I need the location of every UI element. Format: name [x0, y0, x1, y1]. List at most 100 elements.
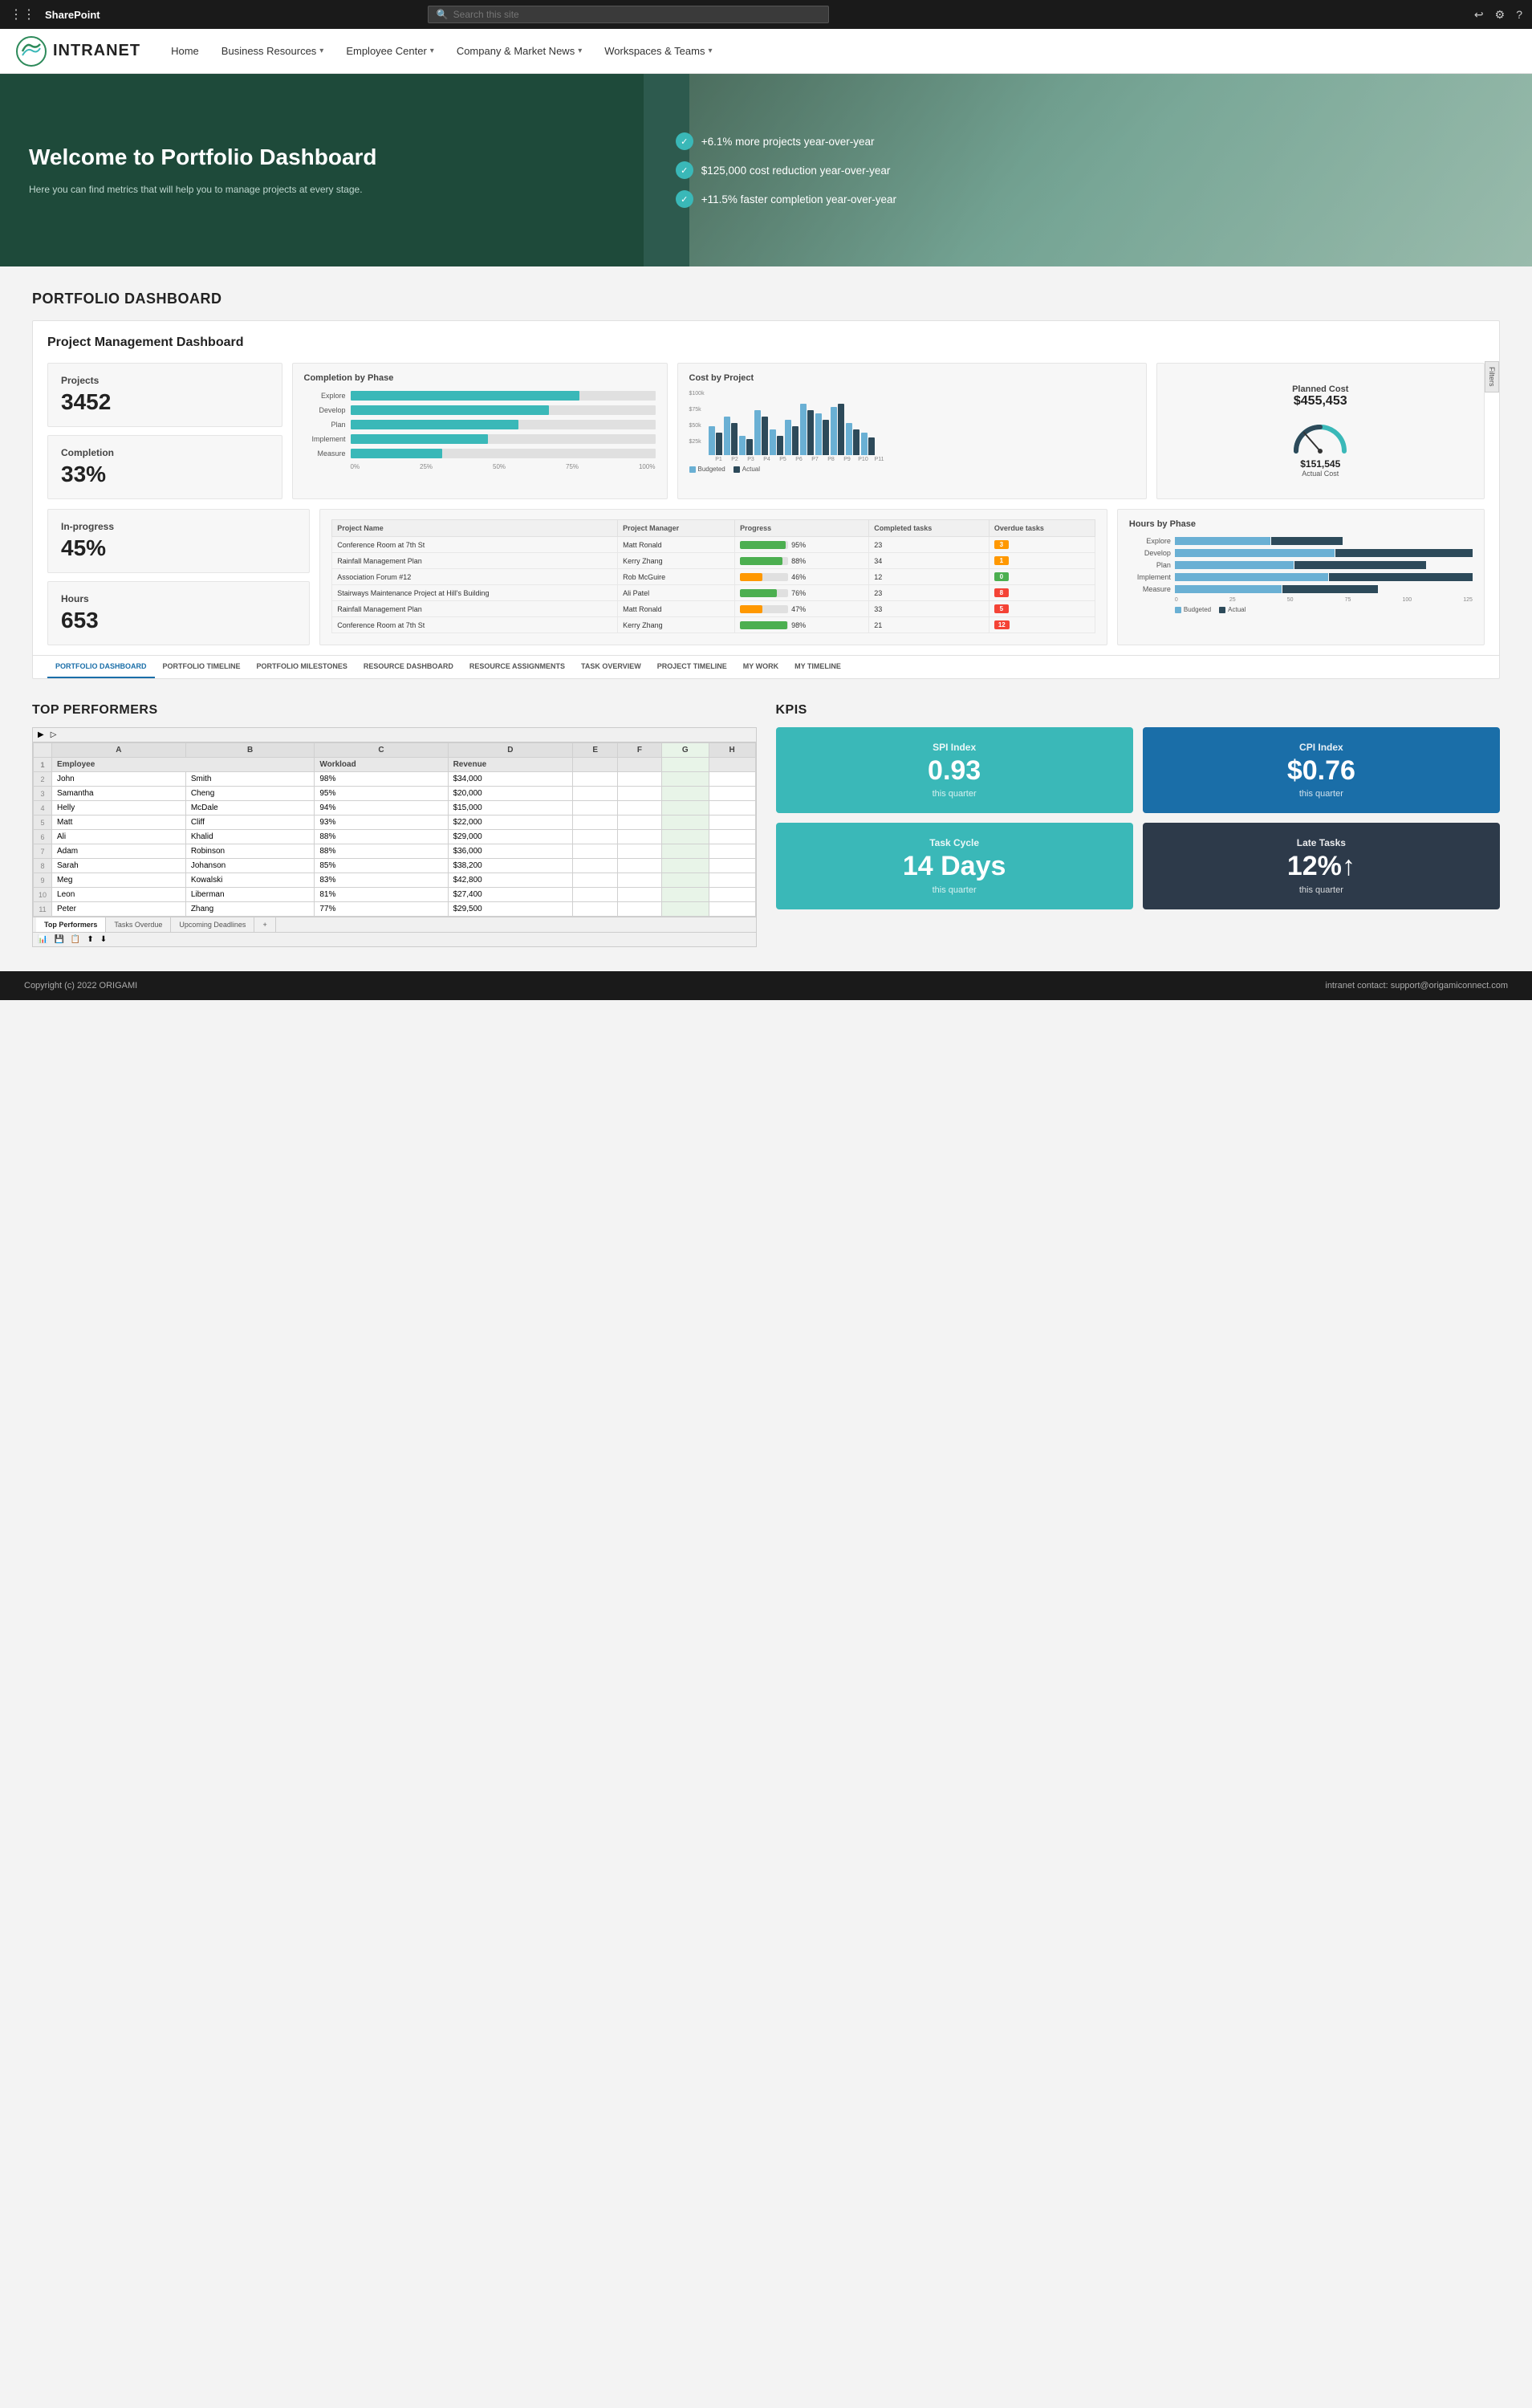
apps-icon[interactable]: ⋮⋮: [10, 6, 35, 22]
cell-progress: 47%: [735, 601, 869, 617]
ss-cell-g: [661, 787, 709, 801]
ss-row: 6 Ali Khalid 88% $29,000: [34, 830, 756, 844]
dashboard-tab[interactable]: MY TIMELINE: [786, 656, 849, 678]
planned-cost-box: Planned Cost $455,453 $151,545 Actual Co…: [1156, 363, 1485, 499]
dashboard-tab[interactable]: PORTFOLIO TIMELINE: [155, 656, 249, 678]
project-table-box: Project Name Project Manager Progress Co…: [319, 509, 1107, 645]
search-input[interactable]: [453, 9, 820, 20]
filters-button[interactable]: Filters: [1485, 361, 1499, 393]
kpi-completion-value: 33%: [61, 462, 269, 487]
cell-progress: 76%: [735, 585, 869, 601]
ss-cell-e: [573, 888, 618, 902]
navbar-logo[interactable]: INTRANET: [16, 36, 140, 67]
ss-tab-tasks-overdue[interactable]: Tasks Overdue: [106, 917, 171, 932]
kpi-inprogress: In-progress 45%: [47, 509, 310, 573]
cell-manager: Matt Ronald: [618, 537, 735, 553]
ss-cell-g: [661, 772, 709, 787]
ss-cell-g: [661, 873, 709, 888]
ss-row-num: 7: [34, 844, 52, 859]
bar-budgeted: [754, 410, 761, 455]
kpi-spi: SPI Index 0.93 this quarter: [776, 727, 1133, 813]
hero-right: ✓ +6.1% more projects year-over-year ✓ $…: [644, 74, 1532, 266]
progress-bar-wrap: [740, 605, 788, 613]
phase-label: Measure: [304, 449, 346, 458]
cell-completed: 12: [869, 569, 990, 585]
hero-section: Welcome to Portfolio Dashboard Here you …: [0, 74, 1532, 266]
cell-project-name: Stairways Maintenance Project at Hill's …: [332, 585, 618, 601]
ss-cell-f: [618, 859, 661, 873]
actual-legend-dot: [733, 466, 740, 473]
ss-cell-last: Smith: [185, 772, 315, 787]
phase-row: Plan: [304, 420, 656, 429]
dashboard-tab[interactable]: MY WORK: [735, 656, 786, 678]
cell-project-name: Conference Room at 7th St: [332, 617, 618, 633]
search-icon: 🔍: [437, 9, 449, 20]
nav-company-news[interactable]: Company & Market News ▾: [445, 29, 593, 73]
dashboard-tab[interactable]: RESOURCE ASSIGNMENTS: [461, 656, 573, 678]
bar-budgeted: [739, 436, 746, 455]
phase-row: Implement: [304, 434, 656, 444]
kpi-hours-value: 653: [61, 608, 296, 633]
hours-bar-row: Plan: [1129, 561, 1473, 569]
ss-row: 10 Leon Liberman 81% $27,400: [34, 888, 756, 902]
ss-row: 2 John Smith 98% $34,000: [34, 772, 756, 787]
cell-overdue: 3: [989, 537, 1095, 553]
ss-icon-2: ▷: [51, 730, 57, 739]
progress-bar-fill: [740, 605, 762, 613]
bar-group: [739, 436, 753, 455]
ss-row: 3 Samantha Cheng 95% $20,000: [34, 787, 756, 801]
ss-cell-workload: 93%: [315, 816, 448, 830]
kpi-late-tasks-value: 12%↑: [1287, 852, 1355, 881]
bar-actual: [716, 433, 722, 455]
ss-cell-e: [573, 772, 618, 787]
ss-cell-h: [709, 902, 755, 917]
ss-footer-icon-2: 💾: [54, 935, 63, 944]
nav-employee-center[interactable]: Employee Center ▾: [335, 29, 445, 73]
ss-cell-first: Sarah: [52, 859, 186, 873]
nav-home[interactable]: Home: [160, 29, 210, 73]
ss-cell-g: [661, 801, 709, 816]
ss-tab-upcoming-deadlines[interactable]: Upcoming Deadlines: [171, 917, 254, 932]
help-icon[interactable]: ?: [1516, 8, 1522, 22]
legend-budgeted: Budgeted: [689, 466, 725, 473]
overdue-badge: 5: [994, 604, 1009, 613]
dashboard-tab[interactable]: RESOURCE DASHBOARD: [356, 656, 461, 678]
dashboard-tab[interactable]: PROJECT TIMELINE: [649, 656, 735, 678]
dashboard-tab[interactable]: TASK OVERVIEW: [573, 656, 649, 678]
dashboard-tab[interactable]: PORTFOLIO DASHBOARD: [47, 656, 155, 678]
cell-overdue: 1: [989, 553, 1095, 569]
bar-group: [724, 417, 738, 455]
kpis-section: KPIS SPI Index 0.93 this quarter CPI Ind…: [776, 703, 1501, 947]
ss-cell-g: [661, 830, 709, 844]
reply-icon[interactable]: ↩: [1474, 8, 1484, 22]
ss-header-workload: Workload: [315, 758, 448, 772]
settings-icon[interactable]: ⚙: [1495, 8, 1506, 22]
nav-workspaces[interactable]: Workspaces & Teams ▾: [593, 29, 723, 73]
ss-footer-icon-3: 📋: [71, 935, 80, 944]
overdue-badge: 8: [994, 588, 1009, 597]
ss-col-b: B: [185, 743, 315, 758]
kpi-grid: SPI Index 0.93 this quarter CPI Index $0…: [776, 727, 1501, 909]
cell-completed: 23: [869, 537, 990, 553]
ss-row: 8 Sarah Johanson 85% $38,200: [34, 859, 756, 873]
cell-manager: Kerry Zhang: [618, 617, 735, 633]
bar-label: P3: [744, 457, 758, 462]
phase-row: Measure: [304, 449, 656, 458]
cell-manager: Matt Ronald: [618, 601, 735, 617]
navbar: INTRANET Home Business Resources ▾ Emplo…: [0, 29, 1532, 74]
hours-bar-actual: [1329, 573, 1473, 581]
phase-bar-wrap: [351, 420, 656, 429]
actual-cost-value: $151,545: [1300, 458, 1340, 470]
ss-cell-revenue: $34,000: [448, 772, 573, 787]
nav-business-resources[interactable]: Business Resources ▾: [210, 29, 335, 73]
bar-group: [861, 433, 875, 455]
ss-tab-top-performers[interactable]: Top Performers: [36, 917, 106, 932]
checkmark-icon: ✓: [676, 161, 693, 179]
ss-tab-add[interactable]: +: [254, 917, 275, 932]
ss-row-num: 4: [34, 801, 52, 816]
dashboard-tab[interactable]: PORTFOLIO MILESTONES: [249, 656, 356, 678]
cell-project-name: Rainfall Management Plan: [332, 601, 618, 617]
ss-table: A B C D E F G H 1 Employee Workloa: [33, 742, 756, 917]
ss-icon-1: ▶: [38, 730, 44, 739]
dashboard-tab-list: PORTFOLIO DASHBOARDPORTFOLIO TIMELINEPOR…: [47, 656, 849, 678]
